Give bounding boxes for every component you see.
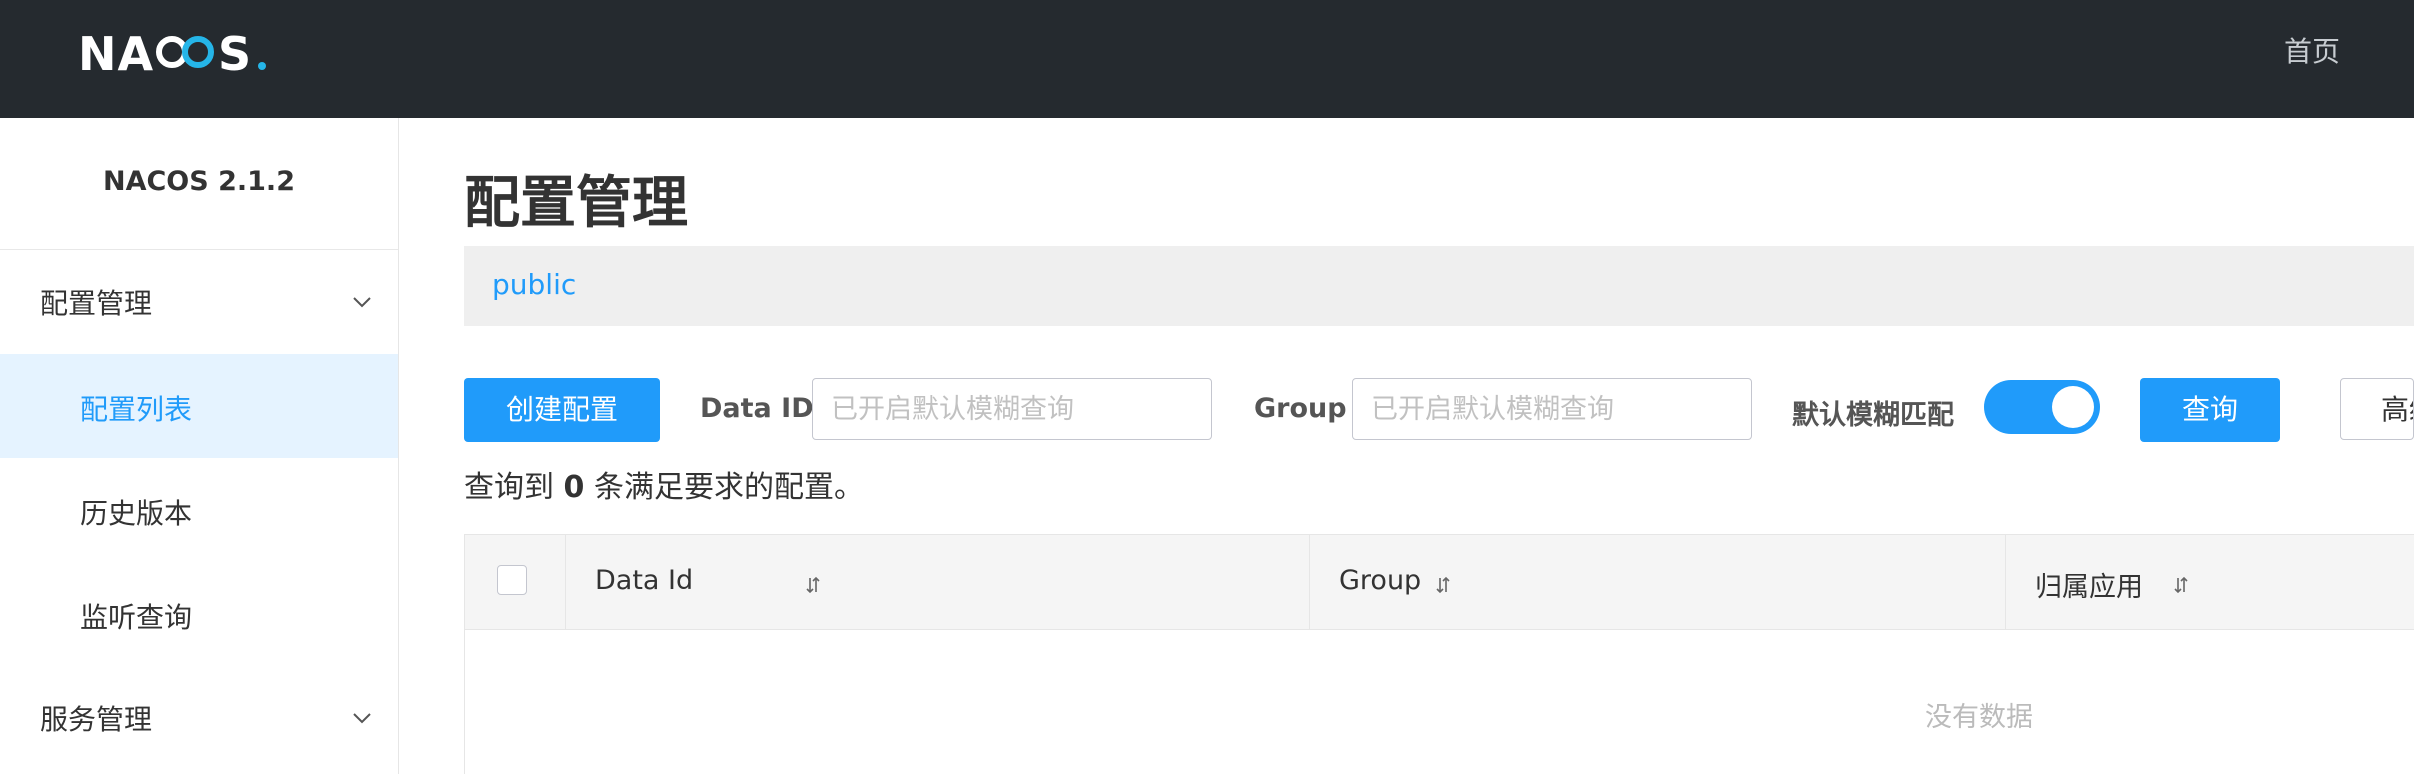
home-link[interactable]: 首页 [2284,30,2340,70]
column-label: Data Id [595,565,694,596]
sidebar-group-service-management[interactable]: 服务管理 [0,672,398,764]
column-header-data-id[interactable]: Data Id [565,535,1310,629]
sidebar-group-label: 服务管理 [40,703,153,736]
top-navbar: NA S 首页 [0,0,2414,118]
chevron-down-icon [353,297,371,308]
result-suffix: 条满足要求的配置。 [593,470,864,505]
chevron-down-icon [353,713,371,724]
group-input[interactable] [1352,378,1752,440]
select-all-cell [465,535,566,629]
svg-text:NA: NA [78,27,154,81]
sidebar-group-config-management[interactable]: 配置管理 [0,256,398,348]
sidebar-divider [0,249,398,250]
result-prefix: 查询到 [464,470,554,505]
sidebar-item-label: 配置列表 [80,393,193,426]
table-header: Data Id Group 归属应用 [465,535,2414,630]
nacos-logo-icon: NA S [78,27,266,81]
advanced-query-button[interactable]: 高级查询 [2340,378,2414,440]
sort-icon[interactable] [805,575,821,595]
config-table: Data Id Group 归属应用 没有数据 [464,534,2414,774]
main-content: 配置管理 public 创建配置 Data ID Group 默认模糊匹配 查询… [398,118,2414,774]
column-header-app[interactable]: 归属应用 [2005,535,2414,629]
group-label: Group [1254,393,1347,424]
sidebar-item-history[interactable]: 历史版本 [0,458,398,562]
namespace-link-public[interactable]: public [492,268,576,301]
result-count: 0 [563,470,585,505]
fuzzy-match-toggle[interactable] [1984,380,2100,434]
sidebar-item-label: 监听查询 [80,601,193,634]
sidebar-item-listener-query[interactable]: 监听查询 [0,562,398,666]
sidebar: NACOS 2.1.2 配置管理 配置列表 历史版本 监听查询 服务管理 [0,118,399,774]
sidebar-group-label: 配置管理 [40,287,153,320]
column-label: 归属应用 [2035,572,2143,603]
version-label: NACOS 2.1.2 [103,166,295,197]
query-button[interactable]: 查询 [2140,378,2280,442]
sort-icon[interactable] [1435,575,1451,595]
data-id-label: Data ID [700,393,814,424]
data-id-input[interactable] [812,378,1212,440]
sort-icon[interactable] [2173,575,2189,595]
result-summary: 查询到 0 条满足要求的配置。 [464,462,864,506]
nacos-logo[interactable]: NA S [78,22,278,93]
fuzzy-match-label: 默认模糊匹配 [1792,400,1954,431]
column-label: Group [1339,565,1422,596]
column-header-group[interactable]: Group [1309,535,2006,629]
page-title: 配置管理 [464,171,688,236]
sidebar-item-config-list[interactable]: 配置列表 [0,354,398,458]
create-config-button[interactable]: 创建配置 [464,378,660,442]
sidebar-item-label: 历史版本 [80,497,193,530]
empty-table-message: 没有数据 [1925,702,2033,733]
svg-text:S: S [218,27,252,81]
namespace-bar: public [464,246,2414,326]
select-all-checkbox[interactable] [497,565,527,595]
toggle-knob [2052,386,2094,428]
